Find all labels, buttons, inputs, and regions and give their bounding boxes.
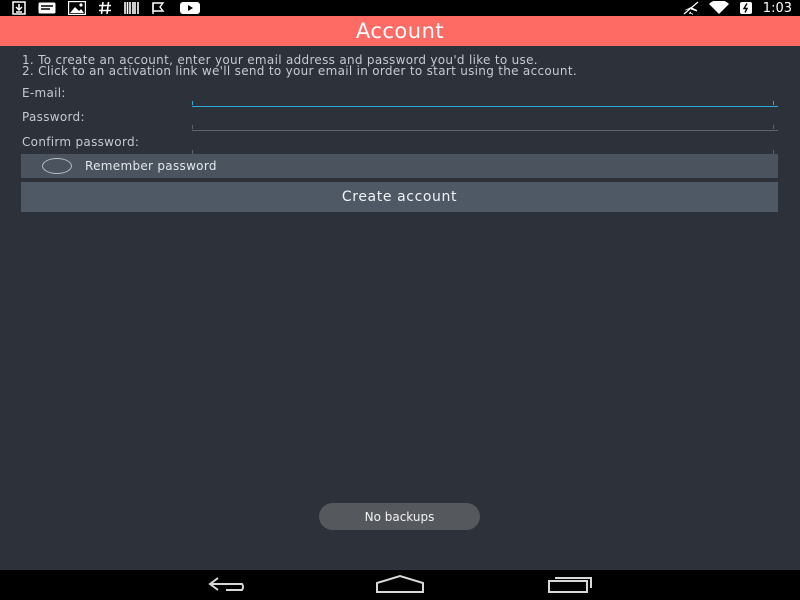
home-icon [375,574,425,598]
recents-icon [547,575,595,597]
hash-icon [98,1,112,15]
barcode-icon [124,1,140,15]
back-icon [206,576,252,596]
battery-charging-icon [739,1,753,15]
message-icon [38,1,56,15]
recents-button[interactable] [546,576,596,596]
remember-password-radio[interactable] [42,158,72,174]
home-button[interactable] [375,574,425,598]
wifi-icon [708,1,729,15]
create-account-button[interactable]: Create account [21,182,778,212]
status-clock: 1:03 [762,0,792,16]
remember-password-label: Remember password [85,159,217,173]
email-field[interactable] [192,86,778,107]
back-button[interactable] [204,576,254,596]
action-bar: Account [0,16,800,46]
instruction-line-2: 2. Click to an activation link we'll sen… [22,64,577,78]
navigation-bar [0,570,800,600]
toast-message: No backups [319,503,480,530]
email-label: E-mail: [22,86,66,100]
remember-password-toggle[interactable]: Remember password [21,154,778,178]
password-label: Password: [22,110,85,124]
flag-icon [152,1,168,15]
airplane-mode-icon [683,1,699,15]
page-title: Account [355,19,445,43]
password-row: Password: [22,110,778,134]
confirm-password-label: Confirm password: [22,135,140,149]
password-field[interactable] [192,110,778,131]
status-bar: 1:03 [0,0,800,16]
download-icon [12,1,26,15]
notification-icons [12,1,200,15]
youtube-icon [180,1,200,15]
confirm-password-field[interactable] [192,135,778,156]
email-row: E-mail: [22,86,778,110]
gallery-icon [68,1,86,15]
system-icons: 1:03 [683,0,792,16]
instructions: 1. To create an account, enter your emai… [22,54,577,78]
